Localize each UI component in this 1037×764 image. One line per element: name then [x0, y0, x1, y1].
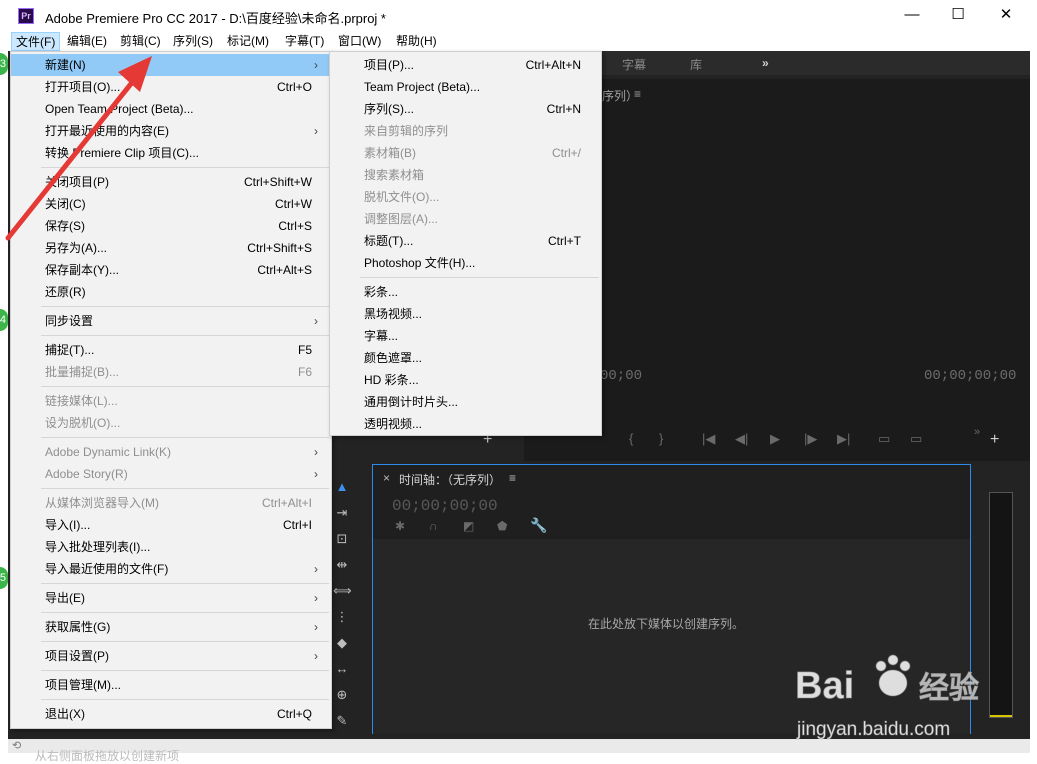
- app-window: Pr Adobe Premiere Pro CC 2017 - D:\百度经验\…: [0, 0, 1037, 764]
- annotation-arrow-head: [118, 56, 152, 92]
- baidu-paw-icon: [875, 654, 911, 697]
- watermark-suffix: 经验: [919, 671, 979, 706]
- baidu-watermark: Bai 经验 jingyan.baidu.com: [795, 654, 980, 740]
- annotation-arrow-shaft: [5, 67, 145, 241]
- watermark-brand: Bai: [795, 665, 854, 707]
- watermark-url: jingyan.baidu.com: [796, 719, 950, 740]
